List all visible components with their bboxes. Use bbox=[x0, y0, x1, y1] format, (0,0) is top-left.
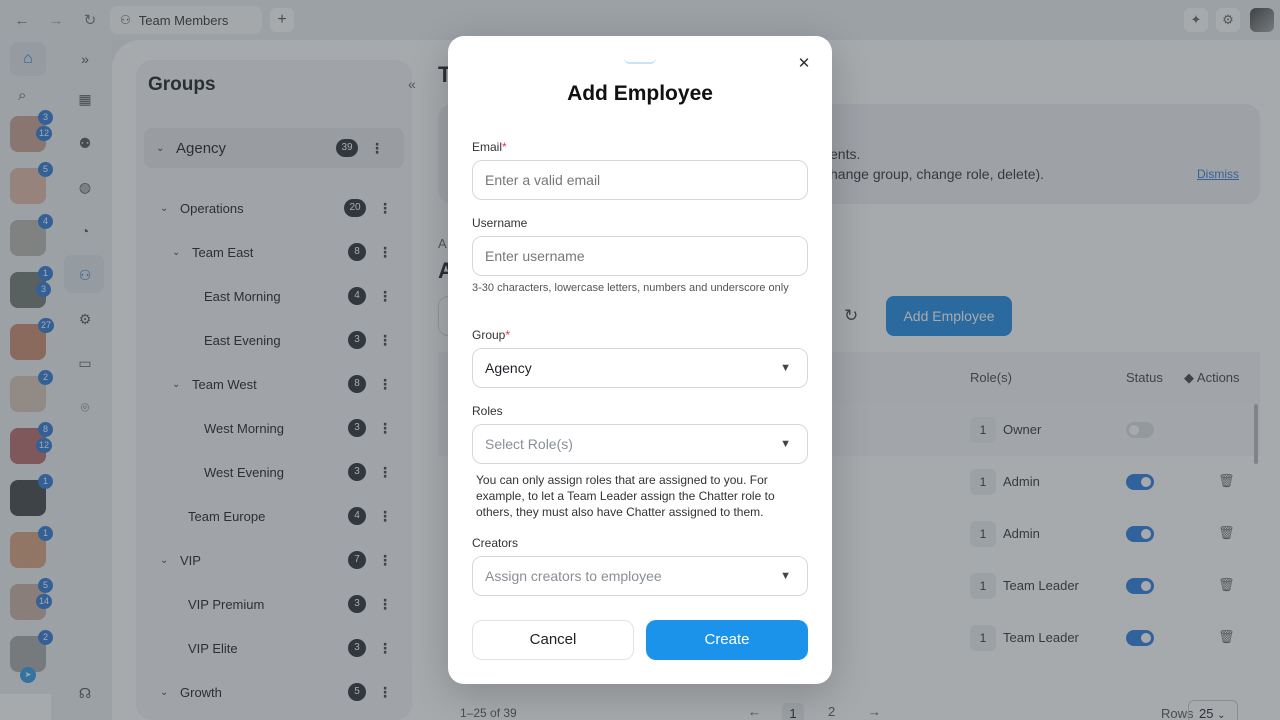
cancel-button[interactable]: Cancel bbox=[472, 620, 634, 660]
creators-label: Creators bbox=[472, 536, 519, 550]
create-button[interactable]: Create bbox=[646, 620, 808, 660]
chevron-down-icon: ▼ bbox=[780, 570, 791, 582]
roles-select-placeholder: Select Role(s) bbox=[485, 436, 573, 452]
group-label: Group* bbox=[472, 328, 510, 342]
username-field[interactable] bbox=[472, 236, 808, 276]
username-label: Username bbox=[472, 216, 528, 230]
group-select[interactable]: Agency ▼ bbox=[472, 348, 808, 388]
modal-decoration bbox=[624, 58, 656, 64]
group-select-value: Agency bbox=[485, 360, 532, 376]
creators-select-placeholder: Assign creators to employee bbox=[485, 568, 662, 584]
roles-select[interactable]: Select Role(s) ▼ bbox=[472, 424, 808, 464]
required-mark: * bbox=[502, 140, 507, 154]
chevron-down-icon: ▼ bbox=[780, 438, 791, 450]
add-employee-modal: ✕ Add Employee Email* Username 3-30 char… bbox=[448, 36, 832, 684]
username-hint: 3-30 characters, lowercase letters, numb… bbox=[472, 282, 789, 294]
group-label-text: Group bbox=[472, 328, 506, 342]
modal-title: Add Employee bbox=[567, 82, 713, 105]
roles-label: Roles bbox=[472, 404, 503, 418]
creators-select[interactable]: Assign creators to employee ▼ bbox=[472, 556, 808, 596]
required-mark: * bbox=[505, 328, 511, 342]
email-field[interactable] bbox=[472, 160, 808, 200]
chevron-down-icon: ▼ bbox=[780, 362, 791, 374]
email-label: Email* bbox=[472, 140, 507, 154]
roles-note: You can only assign roles that are assig… bbox=[476, 473, 775, 519]
close-icon[interactable]: ✕ bbox=[794, 54, 814, 74]
email-label-text: Email bbox=[472, 140, 503, 154]
